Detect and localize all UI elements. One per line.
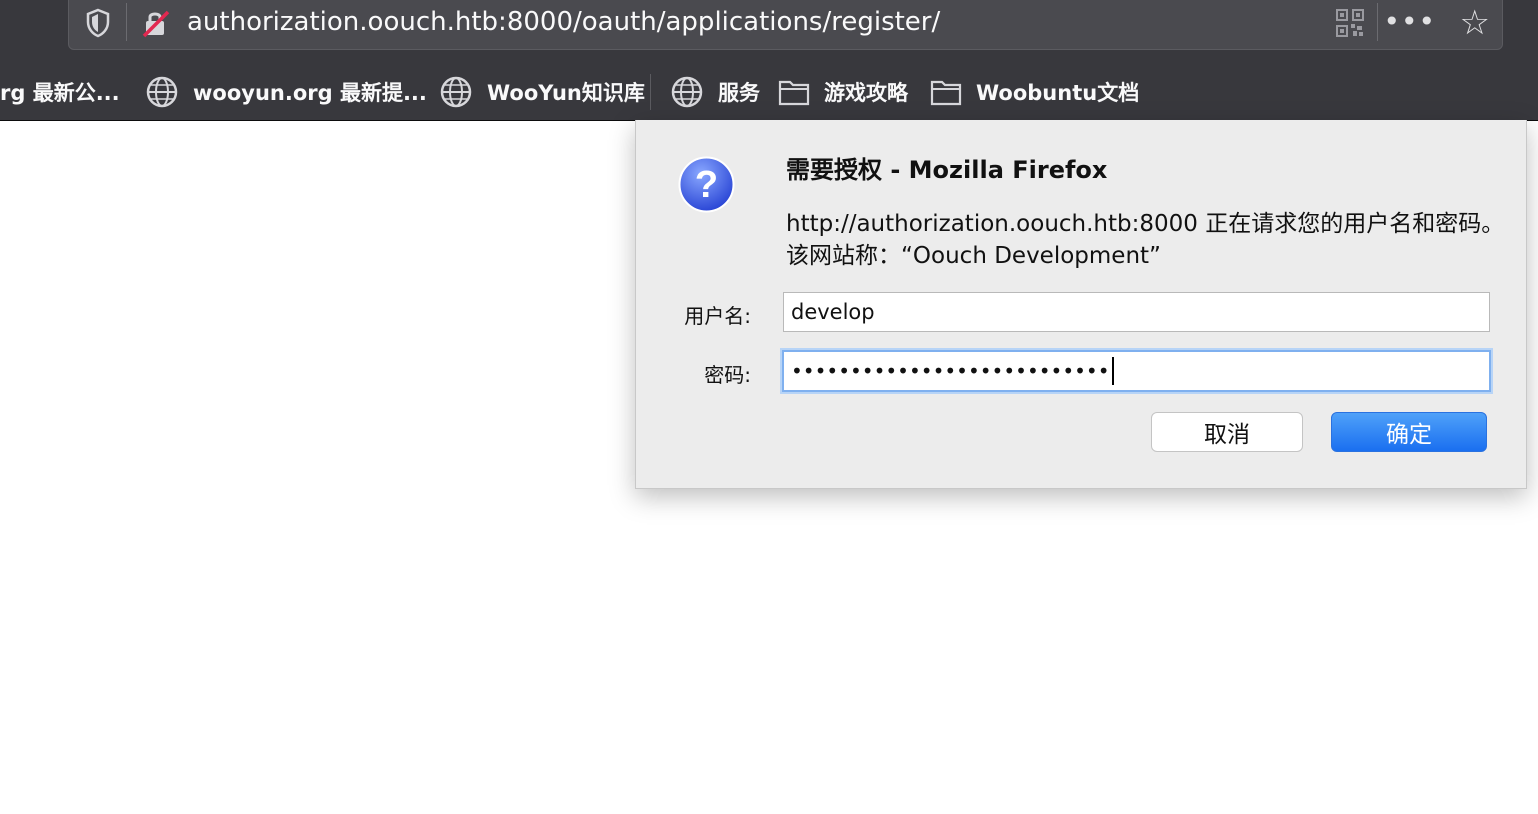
dialog-message: http://authorization.oouch.htb:8000 正在请求… [786,211,1505,269]
password-field[interactable]: ••••••••••••••••••••••••••• [782,350,1491,392]
bookmarks-toolbar: rg 最新公... wooyun.org 最新提... WooYun知识库 服务… [0,70,1538,114]
folder-icon [930,80,962,106]
urlbar-divider [1377,3,1378,41]
question-icon: ? [678,156,735,213]
password-label: 密码: [704,363,751,387]
browser-toolbar: authorization.oouch.htb:8000/oauth/appli… [0,0,1538,121]
username-label: 用户名: [684,304,751,328]
urlbar-divider [126,3,127,41]
bookmark-label: wooyun.org 最新提... [193,81,427,105]
bookmark-label: WooYun知识库 [487,81,645,105]
username-field[interactable]: develop [783,292,1490,332]
tracking-protection-shield-icon[interactable] [85,8,111,38]
folder-icon [778,80,810,106]
url-text[interactable]: authorization.oouch.htb:8000/oauth/appli… [187,7,940,37]
svg-text:?: ? [695,164,718,206]
qr-code-icon[interactable] [1336,9,1364,37]
bookmark-item[interactable]: rg 最新公... [0,70,120,114]
globe-icon [671,76,703,108]
username-value: develop [791,300,875,324]
bookmark-folder[interactable]: Woobuntu文档 [930,70,1139,114]
bookmark-item[interactable]: 服务 [670,70,760,114]
bookmark-item[interactable]: wooyun.org 最新提... [145,70,427,114]
ok-button[interactable]: 确定 [1331,412,1487,452]
bookmark-folder[interactable]: 游戏攻略 [778,70,908,114]
bookmark-item[interactable]: WooYun知识库 [439,70,645,114]
bookmark-label: rg 最新公... [0,81,120,105]
password-mask: ••••••••••••••••••••••••••• [791,359,1110,383]
bookmark-label: Woobuntu文档 [976,81,1140,105]
bookmarks-separator [650,74,651,110]
cancel-button[interactable]: 取消 [1151,412,1303,452]
dialog-title: 需要授权 - Mozilla Firefox [786,156,1108,184]
bookmark-label: 游戏攻略 [824,81,908,105]
auth-dialog: ? 需要授权 - Mozilla Firefox http://authoriz… [635,120,1527,489]
globe-icon [146,76,178,108]
page-actions-more-icon[interactable]: ••• [1383,5,1436,38]
bookmark-star-icon[interactable]: ☆ [1460,3,1490,43]
url-bar[interactable]: authorization.oouch.htb:8000/oauth/appli… [68,0,1503,50]
globe-icon [440,76,472,108]
bookmark-label: 服务 [718,81,760,105]
insecure-lock-icon[interactable] [141,8,171,38]
text-caret [1111,357,1114,385]
